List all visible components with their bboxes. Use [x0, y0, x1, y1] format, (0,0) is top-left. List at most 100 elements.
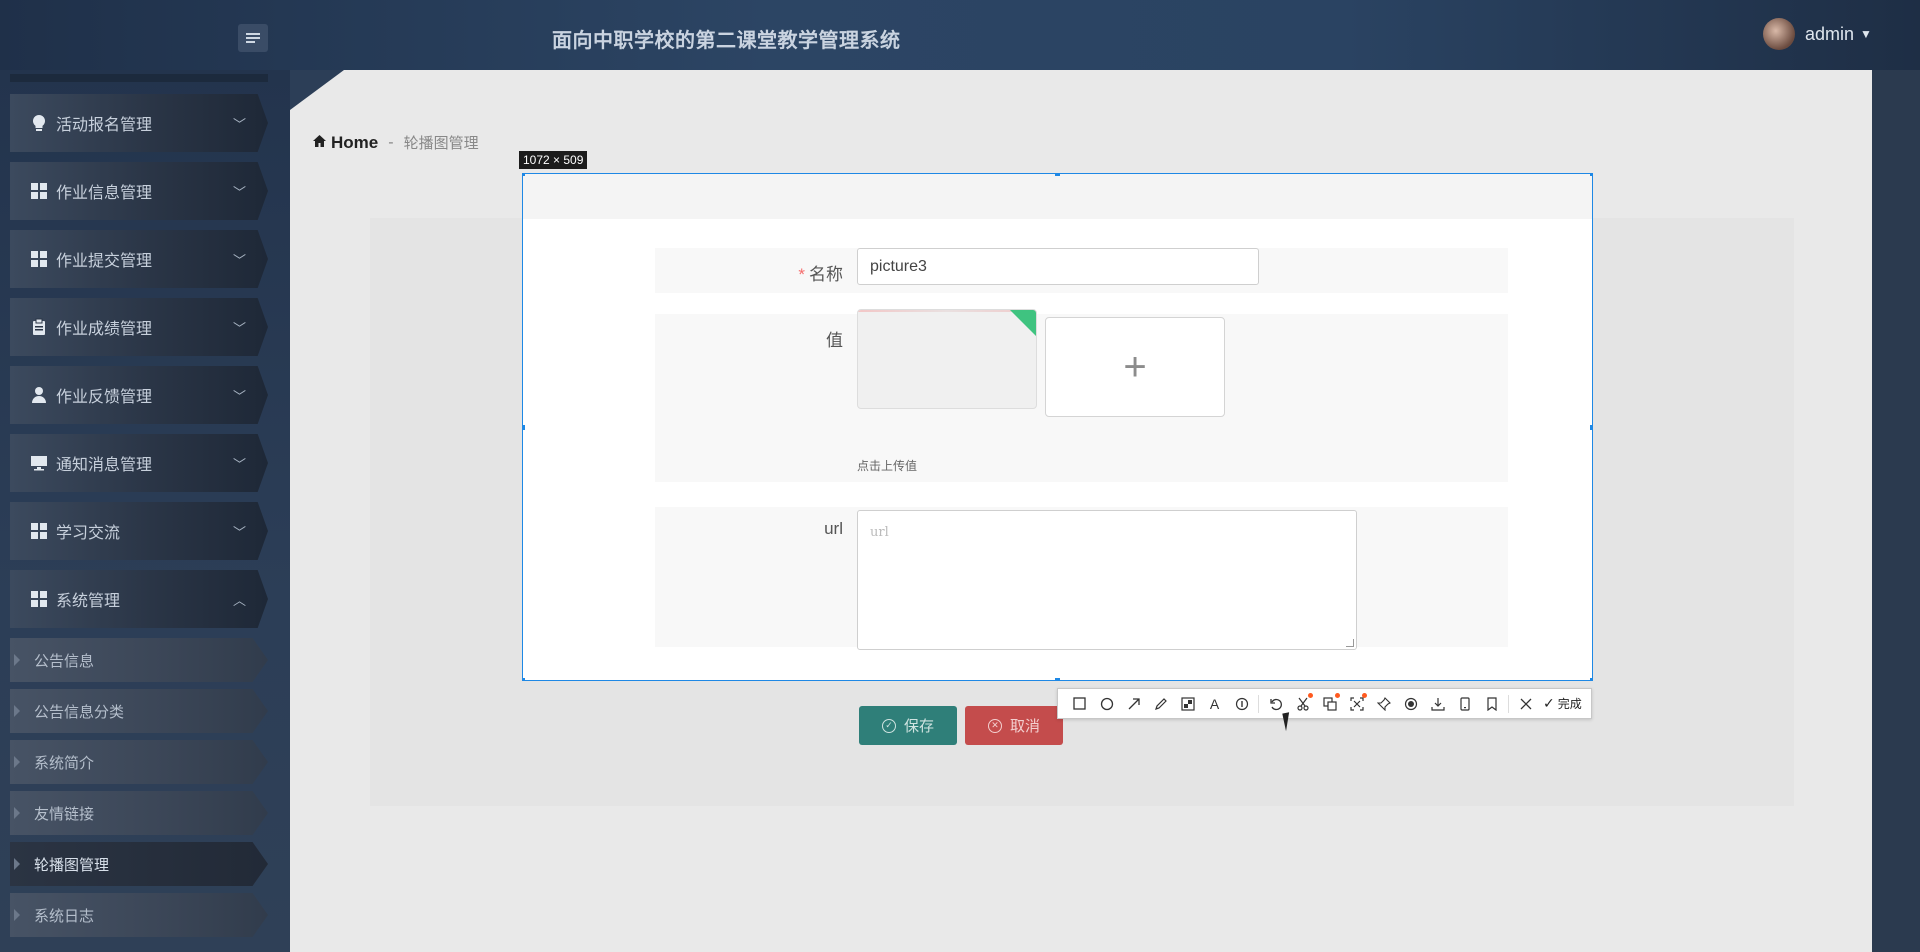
value-label: 值 — [826, 331, 843, 350]
mosaic-icon[interactable] — [1174, 690, 1201, 717]
top-header: 面向中职学校的第二课堂教学管理系统 admin ▼ — [0, 0, 1920, 70]
sidebar-sub-announcement-categories[interactable]: 公告信息分类 — [10, 689, 268, 733]
rectangle-icon[interactable] — [1066, 690, 1093, 717]
caret-down-icon[interactable]: ▼ — [1860, 27, 1872, 41]
user-menu[interactable]: admin ▼ — [1763, 18, 1872, 50]
cancel-button[interactable]: ✕ 取消 — [965, 706, 1063, 745]
right-edge — [1872, 70, 1920, 952]
pin-icon[interactable] — [1370, 690, 1397, 717]
sidebar-menu-study-exchange[interactable]: 学习交流 ﹀ — [10, 502, 268, 560]
bookmark-icon[interactable] — [1478, 690, 1505, 717]
username[interactable]: admin — [1805, 24, 1854, 45]
selection-handle-tl[interactable] — [523, 174, 525, 176]
sidebar-scroll-edge — [10, 74, 268, 82]
breadcrumb: Home - 轮播图管理 — [312, 132, 479, 153]
grid-icon — [30, 522, 48, 540]
chevron-down-icon: ﹀ — [232, 389, 246, 404]
form-header-band — [523, 174, 1592, 219]
sidebar-menu-label: 学习交流 — [56, 525, 121, 542]
selection-handle-br[interactable] — [1590, 678, 1592, 680]
monitor-icon — [30, 454, 48, 472]
chevron-down-icon: ﹀ — [232, 185, 246, 200]
toolbar-divider — [1508, 694, 1509, 713]
sidebar-menu-label: 通知消息管理 — [56, 457, 153, 474]
plus-icon: + — [1123, 344, 1147, 389]
sidebar-menu-homework-feedback[interactable]: 作业反馈管理 ﹀ — [10, 366, 268, 424]
sidebar-sub-announcements[interactable]: 公告信息 — [10, 638, 268, 682]
name-label-text: 名称 — [809, 265, 843, 284]
lightbulb-icon — [30, 114, 48, 132]
arrow-icon[interactable] — [1120, 690, 1147, 717]
sidebar-menu-homework-score[interactable]: 作业成绩管理 ﹀ — [10, 298, 268, 356]
screenshot-selection[interactable]: * 名称 picture3 值 + 点击上传值 url url — [522, 173, 1593, 681]
chevron-down-icon: ﹀ — [232, 525, 246, 540]
sidebar-sub-system-intro[interactable]: 系统简介 — [10, 740, 268, 784]
record-icon[interactable] — [1397, 690, 1424, 717]
selection-handle-left[interactable] — [523, 425, 525, 430]
uploaded-image-thumbnail[interactable] — [857, 309, 1037, 409]
url-label: url — [824, 519, 843, 538]
selection-size-label: 1072 × 509 — [519, 151, 588, 169]
translate-icon[interactable] — [1316, 690, 1343, 717]
done-label: 完成 — [1557, 697, 1582, 711]
upload-button[interactable]: + — [1045, 317, 1225, 417]
download-icon[interactable] — [1424, 690, 1451, 717]
sidebar-menu-label: 活动报名管理 — [56, 117, 153, 134]
avatar[interactable] — [1763, 18, 1795, 50]
upload-hint: 点击上传值 — [857, 459, 918, 473]
name-input[interactable]: picture3 — [857, 248, 1259, 285]
breadcrumb-home[interactable]: Home — [331, 133, 378, 153]
breadcrumb-separator: - — [388, 133, 394, 151]
sidebar-menu-label: 作业成绩管理 — [56, 321, 153, 338]
resize-grip-icon[interactable] — [1346, 639, 1354, 647]
selection-handle-right[interactable] — [1590, 425, 1592, 430]
close-circle-icon: ✕ — [987, 718, 1002, 733]
new-badge — [1362, 693, 1367, 698]
sidebar-menu-label: 系统管理 — [56, 593, 121, 610]
sidebar-sub-friend-links[interactable]: 友情链接 — [10, 791, 268, 835]
sidebar-sub-carousel[interactable]: 轮播图管理 — [10, 842, 268, 886]
breadcrumb-current: 轮播图管理 — [403, 135, 479, 152]
required-mark: * — [798, 265, 805, 284]
phone-icon[interactable] — [1451, 690, 1478, 717]
ocr-icon[interactable] — [1343, 690, 1370, 717]
selection-handle-tr[interactable] — [1590, 174, 1592, 176]
selection-handle-bl[interactable] — [523, 678, 525, 680]
home-icon[interactable] — [312, 134, 327, 152]
menu-toggle-button[interactable] — [238, 24, 268, 52]
sidebar: 活动报名管理 ﹀ 作业信息管理 ﹀ 作业提交管理 ﹀ 作业成绩管理 ﹀ 作业反馈… — [0, 70, 290, 952]
done-button[interactable]: ✓ 完成 — [1543, 695, 1582, 712]
close-icon[interactable] — [1512, 690, 1539, 717]
cancel-label: 取消 — [1009, 718, 1040, 735]
sidebar-sub-system-log[interactable]: 系统日志 — [10, 893, 268, 937]
sidebar-menu-homework-info[interactable]: 作业信息管理 ﹀ — [10, 162, 268, 220]
chevron-down-icon: ﹀ — [232, 321, 246, 336]
ellipse-icon[interactable] — [1093, 690, 1120, 717]
pencil-icon[interactable] — [1147, 690, 1174, 717]
clipboard-icon — [30, 318, 48, 336]
save-label: 保存 — [903, 718, 934, 735]
sidebar-menu-notifications[interactable]: 通知消息管理 ﹀ — [10, 434, 268, 492]
new-badge — [1335, 693, 1340, 698]
chevron-down-icon: ﹀ — [232, 253, 246, 268]
url-placeholder: url — [870, 525, 889, 540]
screenshot-toolbar: A ✓ 完成 — [1057, 688, 1592, 719]
sidebar-menu-label: 作业信息管理 — [56, 185, 153, 202]
user-icon — [30, 386, 48, 404]
url-textarea[interactable]: url — [857, 510, 1357, 650]
selection-handle-bottom[interactable] — [1055, 678, 1060, 680]
done-icon: ✓ — [1543, 695, 1555, 711]
save-button[interactable]: ✓ 保存 — [859, 706, 957, 745]
name-label: * 名称 — [655, 260, 843, 285]
sidebar-menu-activity-signup[interactable]: 活动报名管理 ﹀ — [10, 94, 268, 152]
sidebar-menu-system[interactable]: 系统管理 ︿ — [10, 570, 268, 628]
chevron-up-icon: ︿ — [232, 593, 246, 608]
number-icon[interactable] — [1228, 690, 1255, 717]
grid-icon — [30, 250, 48, 268]
selection-handle-top[interactable] — [1055, 174, 1060, 176]
chevron-down-icon: ﹀ — [232, 117, 246, 132]
text-icon[interactable]: A — [1201, 690, 1228, 717]
grid-icon — [30, 182, 48, 200]
sidebar-menu-homework-submit[interactable]: 作业提交管理 ﹀ — [10, 230, 268, 288]
system-title: 面向中职学校的第二课堂教学管理系统 — [552, 30, 901, 52]
